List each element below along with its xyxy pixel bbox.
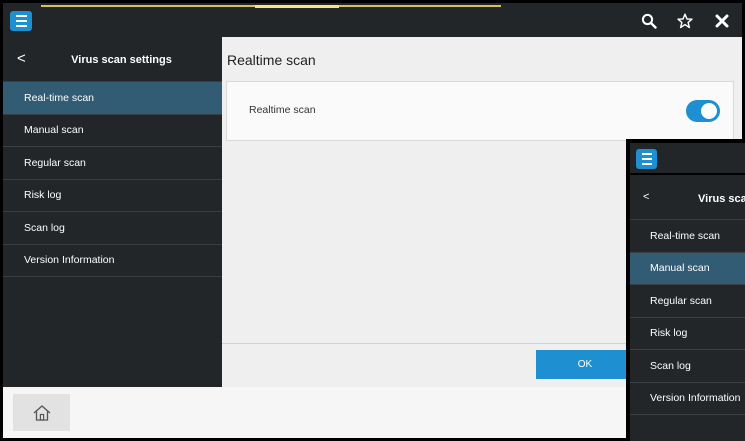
ok-button[interactable]: OK xyxy=(536,350,634,379)
overlay-item-version-information[interactable]: Version Information xyxy=(630,383,745,415)
screen: < Virus scan settings Real-time scan Man… xyxy=(0,0,745,441)
sidebar-item-real-time-scan[interactable]: Real-time scan xyxy=(3,82,222,115)
top-bar xyxy=(3,3,742,37)
overlay-item-manual-scan[interactable]: Manual scan xyxy=(630,252,745,285)
overlay-back-chevron-icon[interactable]: < xyxy=(643,191,649,203)
setting-label: Realtime scan xyxy=(249,104,316,116)
close-icon[interactable] xyxy=(710,9,734,33)
sidebar-item-version-information[interactable]: Version Information xyxy=(3,245,222,277)
page-title: Realtime scan xyxy=(227,52,316,68)
star-icon[interactable] xyxy=(673,9,697,33)
overlay-item-risk-log[interactable]: Risk log xyxy=(630,318,745,350)
overlay-sidebar-header: < Virus scar xyxy=(630,175,745,220)
menu-icon[interactable] xyxy=(10,11,32,31)
sidebar-header: < Virus scan settings xyxy=(3,37,222,82)
sidebar-item-risk-log[interactable]: Risk log xyxy=(3,180,222,212)
overlay-item-scan-log[interactable]: Scan log xyxy=(630,350,745,383)
sidebar-title: Virus scan settings xyxy=(71,54,172,66)
overlay-top-bar xyxy=(630,143,745,173)
sidebar-item-manual-scan[interactable]: Manual scan xyxy=(3,115,222,147)
top-accent-notch xyxy=(255,5,339,8)
overlay-menu-icon[interactable] xyxy=(636,149,657,169)
toggle-knob xyxy=(699,101,719,121)
search-icon[interactable] xyxy=(637,9,661,33)
sidebar: < Virus scan settings Real-time scan Man… xyxy=(3,37,222,387)
sidebar-item-regular-scan[interactable]: Regular scan xyxy=(3,147,222,180)
overlay-item-real-time-scan[interactable]: Real-time scan xyxy=(630,220,745,253)
overlay-sidebar-title: Virus scar xyxy=(698,193,745,205)
realtime-scan-toggle[interactable] xyxy=(686,100,720,122)
overlay-sidebar: < Virus scar Real-time scan Manual scan … xyxy=(630,175,745,441)
sidebar-item-scan-log[interactable]: Scan log xyxy=(3,212,222,245)
home-icon[interactable] xyxy=(13,394,70,431)
overlay-window: < Virus scar Real-time scan Manual scan … xyxy=(626,139,745,441)
setting-card: Realtime scan xyxy=(226,81,734,141)
overlay-item-regular-scan[interactable]: Regular scan xyxy=(630,285,745,318)
